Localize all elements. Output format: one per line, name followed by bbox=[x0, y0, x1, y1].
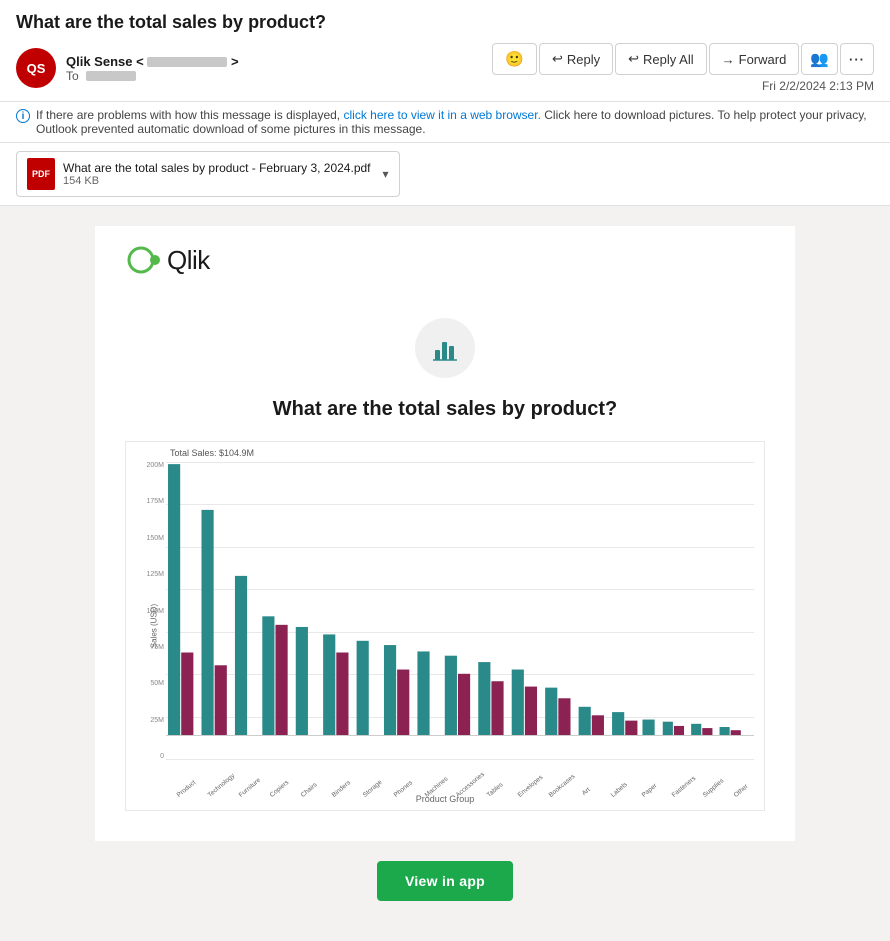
avatar: QS bbox=[16, 48, 56, 88]
action-buttons: 🙂 ↩ Reply ↩ Reply All → Forward bbox=[492, 43, 874, 75]
chart-icon-circle bbox=[415, 318, 475, 378]
sender-info: Qlik Sense < > To bbox=[66, 54, 239, 83]
view-in-app-button[interactable]: View in app bbox=[377, 861, 513, 901]
sender-email-redacted bbox=[147, 57, 227, 67]
reply-all-arrow-icon: ↩ bbox=[628, 51, 639, 67]
sender-to: To bbox=[66, 69, 239, 83]
emoji-icon: 🙂 bbox=[505, 50, 524, 68]
chart-total-label: Total Sales: $104.9M bbox=[170, 448, 254, 458]
chart-icon-container bbox=[125, 318, 765, 378]
bar-chart-icon bbox=[429, 332, 461, 364]
email-subject: What are the total sales by product? bbox=[16, 12, 874, 33]
attachment-name: What are the total sales by product - Fe… bbox=[63, 161, 371, 175]
reply-button[interactable]: ↩ Reply bbox=[539, 43, 613, 75]
email-datetime: Fri 2/2/2024 2:13 PM bbox=[762, 79, 874, 93]
pdf-icon: PDF bbox=[27, 158, 55, 190]
email-body: Qlik What are the total sales by product… bbox=[0, 206, 890, 941]
ellipsis-icon: ··· bbox=[849, 52, 865, 67]
email-meta-row: QS Qlik Sense < > To bbox=[16, 43, 874, 93]
view-btn-container: View in app bbox=[0, 861, 890, 921]
chevron-down-icon: ▾ bbox=[383, 167, 389, 181]
email-from-section: QS Qlik Sense < > To bbox=[16, 48, 239, 88]
teams-button[interactable]: 👥 bbox=[801, 43, 838, 75]
info-bar: i If there are problems with how this me… bbox=[0, 102, 890, 143]
view-in-browser-link[interactable]: click here to view it in a web browser. bbox=[343, 108, 540, 122]
chart-title: What are the total sales by product? bbox=[125, 398, 765, 421]
attachment-info: What are the total sales by product - Fe… bbox=[63, 161, 371, 187]
x-axis-title: Product Group bbox=[416, 794, 475, 804]
sender-name: Qlik Sense < > bbox=[66, 54, 239, 69]
content-card: What are the total sales by product? Tot… bbox=[95, 288, 795, 841]
forward-button[interactable]: → Forward bbox=[709, 43, 800, 75]
header-right: 🙂 ↩ Reply ↩ Reply All → Forward bbox=[492, 43, 874, 93]
email-container: What are the total sales by product? QS … bbox=[0, 0, 890, 941]
y-axis-label: Sales (USD) bbox=[150, 604, 159, 648]
email-header: What are the total sales by product? QS … bbox=[0, 0, 890, 102]
bar-chart: Total Sales: $104.9M 200M 175M 150M 125M… bbox=[125, 441, 765, 811]
qlik-logo-svg bbox=[125, 242, 161, 278]
reply-all-button[interactable]: ↩ Reply All bbox=[615, 43, 706, 75]
bar-chart-svg bbox=[166, 462, 754, 760]
info-bar-text: If there are problems with how this mess… bbox=[36, 108, 874, 136]
attachment-size: 154 KB bbox=[63, 175, 371, 187]
to-email-redacted bbox=[86, 71, 136, 81]
attachment-bar: PDF What are the total sales by product … bbox=[0, 143, 890, 206]
qlik-logo-text: Qlik bbox=[167, 245, 210, 276]
info-icon: i bbox=[16, 109, 30, 123]
attachment-item[interactable]: PDF What are the total sales by product … bbox=[16, 151, 400, 197]
reply-arrow-icon: ↩ bbox=[552, 51, 563, 67]
qlik-logo: Qlik bbox=[125, 242, 765, 278]
emoji-button[interactable]: 🙂 bbox=[492, 43, 537, 75]
more-options-button[interactable]: ··· bbox=[840, 43, 874, 75]
qlik-logo-area: Qlik bbox=[95, 226, 795, 288]
teams-icon: 👥 bbox=[810, 50, 829, 68]
forward-arrow-icon: → bbox=[722, 52, 735, 67]
